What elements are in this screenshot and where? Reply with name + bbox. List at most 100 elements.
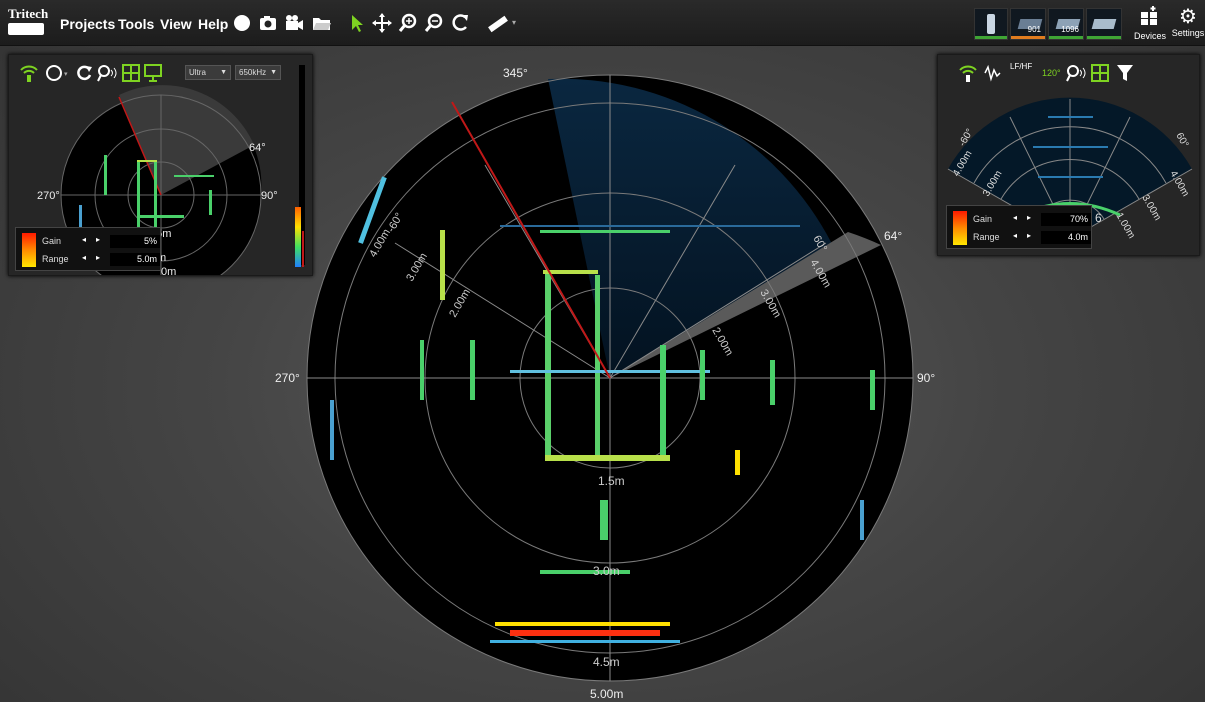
gear-icon: ⚙: [1179, 6, 1197, 28]
devices-icon: [1132, 6, 1168, 31]
left-level-meter: [295, 65, 305, 267]
pan-icon[interactable]: [372, 13, 392, 33]
gain-increase-icon[interactable]: ▸: [96, 235, 100, 244]
right-range-value[interactable]: 4.0m: [1041, 231, 1091, 244]
sensor-icon: [987, 14, 995, 34]
device-tile-2[interactable]: 901: [1010, 8, 1046, 40]
gain-increase-icon[interactable]: ▸: [1027, 213, 1031, 222]
range-decrease-icon[interactable]: ◂: [1013, 231, 1017, 240]
left-color-scale-swatch: [22, 233, 36, 267]
bearing-right-label: 90°: [917, 371, 935, 385]
top-toolbar: Tritech Projects Tools View Help ▾ 901 1…: [0, 0, 1205, 46]
menu-view[interactable]: View: [160, 16, 192, 32]
devices-button[interactable]: Devices: [1132, 6, 1168, 44]
menu-tools[interactable]: Tools: [118, 16, 154, 32]
waveform-icon[interactable]: [984, 64, 1004, 82]
grid-icon[interactable]: [1091, 64, 1109, 82]
settings-label: Settings: [1171, 28, 1205, 38]
menu-help[interactable]: Help: [198, 16, 228, 32]
device-status-bar: [975, 36, 1007, 39]
left-angle-left: 270°: [37, 190, 60, 202]
chevron-down-icon: ▼: [270, 69, 277, 76]
device-status-bar: [1011, 36, 1045, 39]
right-gain-label: Gain: [973, 214, 993, 224]
right-range-row: Range ◂ ▸ 4.0m: [973, 231, 1091, 245]
left-gain-row: Gain ◂ ▸ 5%: [42, 235, 160, 249]
gain-tune-icon[interactable]: [1066, 64, 1086, 82]
range-tick-max: 5.00m: [590, 687, 623, 701]
folder-open-icon[interactable]: [312, 13, 332, 33]
gain-tune-icon[interactable]: [97, 64, 117, 82]
circle-mode-icon[interactable]: ▾: [45, 64, 69, 82]
menu-projects[interactable]: Projects: [60, 16, 115, 32]
bearing-top-label: 345°: [503, 66, 528, 80]
level-meter-gradient: [295, 207, 301, 267]
device-count: 901: [1027, 25, 1041, 34]
right-mark-1: 1.00m: [1113, 211, 1136, 241]
lf-hf-toggle[interactable]: LF/HF: [1010, 63, 1032, 71]
video-icon[interactable]: [284, 13, 304, 33]
measure-icon[interactable]: ▾: [486, 13, 520, 33]
right-gain-row: Gain ◂ ▸ 70%: [973, 213, 1091, 227]
range-increase-icon[interactable]: ▸: [96, 253, 100, 262]
devices-label: Devices: [1133, 31, 1166, 41]
device-tile-4[interactable]: [1086, 8, 1122, 40]
device-tile-1[interactable]: [974, 8, 1008, 40]
left-range-b: 0m: [161, 266, 176, 275]
left-gain-value[interactable]: 5%: [110, 235, 160, 248]
left-angle-right: 90°: [261, 190, 278, 202]
chevron-down-icon: ▼: [220, 69, 227, 76]
grid-icon[interactable]: [122, 64, 140, 82]
sonar-head-icon: [1091, 19, 1117, 29]
svg-text:▾: ▾: [512, 18, 516, 27]
settings-button[interactable]: ⚙ Settings: [1170, 6, 1205, 44]
refresh-icon[interactable]: [75, 64, 93, 82]
device-status-bar: [1049, 36, 1083, 39]
right-mark-3: 3.00m: [1139, 193, 1162, 223]
frequency-select[interactable]: 650kHz ▼: [235, 65, 281, 80]
right-mark-4: 4.00m: [1167, 169, 1190, 199]
range-tick-3: 4.5m: [593, 655, 620, 669]
left-sonar-panel: ▾ Ultra ▼ 650kHz ▼ 64° 270° 90° m 0m Gai…: [8, 54, 313, 276]
logo-text: Tritech: [8, 6, 49, 21]
right-range-label: Range: [973, 232, 1000, 242]
mode-select-value: Ultra: [189, 68, 206, 77]
left-range-row: Range ◂ ▸ 5.0m: [42, 253, 160, 267]
left-range-value[interactable]: 5.0m: [110, 253, 160, 266]
right-gain-value[interactable]: 70%: [1041, 213, 1091, 226]
bearing-left-label: 270°: [275, 371, 300, 385]
right-overflow-digit: 6: [1095, 211, 1102, 225]
left-gain-label: Gain: [42, 236, 62, 246]
aperture-toggle[interactable]: 120°: [1042, 68, 1061, 78]
right-sonar-panel: LF/HF 120° 1.00m 3.00m 4.00m 3.00m 4.00m…: [937, 54, 1200, 256]
range-tick-1: 1.5m: [598, 474, 625, 488]
filter-icon[interactable]: [1116, 64, 1134, 82]
gain-decrease-icon[interactable]: ◂: [1013, 213, 1017, 222]
sonar-app: Tritech Projects Tools View Help ▾ 901 1…: [0, 0, 1205, 702]
range-tick-2: 3.0m: [593, 564, 620, 578]
reset-view-icon[interactable]: [450, 13, 470, 33]
bearing-sector-label: 64°: [884, 229, 902, 243]
right-gain-range-control: Gain ◂ ▸ 70% Range ◂ ▸ 4.0m: [946, 205, 1092, 249]
pointer-icon[interactable]: [347, 13, 367, 33]
logo-wave-icon: [8, 23, 44, 35]
frequency-select-value: 650kHz: [239, 68, 267, 77]
mode-select[interactable]: Ultra ▼: [185, 65, 231, 80]
left-angle-top: 64°: [249, 142, 266, 154]
zoom-in-icon[interactable]: [398, 13, 418, 33]
record-icon[interactable]: [232, 13, 252, 33]
gain-decrease-icon[interactable]: ◂: [82, 235, 86, 244]
camera-icon[interactable]: [258, 13, 278, 33]
left-gain-range-control: Gain ◂ ▸ 5% Range ◂ ▸ 5.0m: [15, 227, 161, 271]
tritech-logo[interactable]: Tritech: [8, 7, 50, 39]
zoom-out-icon[interactable]: [424, 13, 444, 33]
device-status-bar: [1087, 36, 1121, 39]
device-tile-3[interactable]: 1096: [1048, 8, 1084, 40]
level-meter-marker: [302, 231, 304, 267]
signal-icon[interactable]: [958, 64, 978, 82]
svg-text:▾: ▾: [64, 71, 68, 78]
display-icon[interactable]: [144, 64, 162, 82]
range-increase-icon[interactable]: ▸: [1027, 231, 1031, 240]
range-decrease-icon[interactable]: ◂: [82, 253, 86, 262]
signal-icon[interactable]: [19, 64, 39, 82]
